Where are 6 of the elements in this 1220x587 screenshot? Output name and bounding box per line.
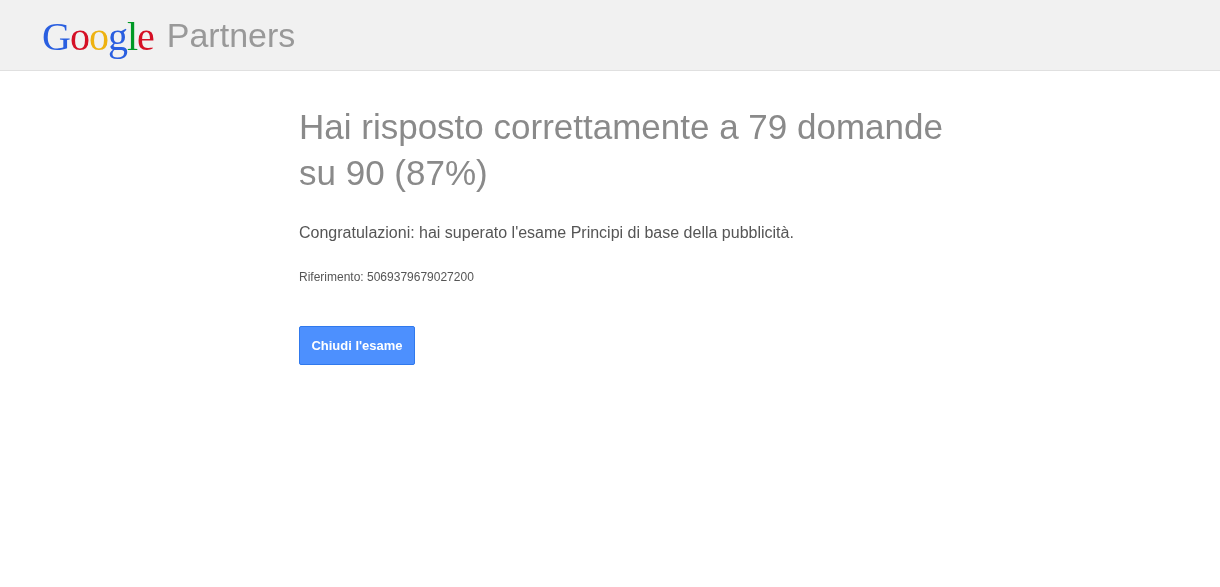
reference-number: Riferimento: 5069379679027200 (299, 270, 475, 284)
product-name: Partners (166, 15, 296, 55)
google-logo: Google (42, 12, 154, 60)
result-heading: Hai risposto correttamente a 79 domande su 90 (87%) (299, 106, 944, 194)
close-exam-button[interactable]: Chiudi l'esame (299, 326, 415, 365)
result-message: Congratulazioni: hai superato l'esame Principi di base della pubblicità. (299, 224, 795, 242)
